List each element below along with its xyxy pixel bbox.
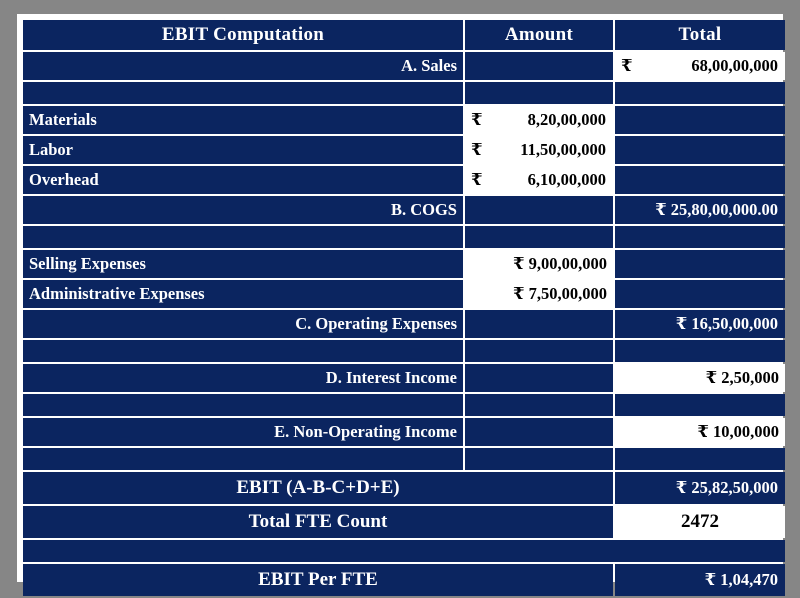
label-selling-expenses: Selling Expenses — [23, 250, 463, 278]
row-spacer-6 — [23, 540, 785, 562]
value-cogs-total: ₹ 25,80,00,000.00 — [615, 196, 785, 224]
cell-cogs-amount-empty — [465, 196, 613, 224]
header-total: Total — [615, 20, 785, 50]
value-sales-total-number: 68,00,00,000 — [691, 56, 778, 76]
spacer-cell — [465, 448, 613, 470]
row-spacer-1 — [23, 82, 785, 104]
value-overhead-amount: ₹6,10,00,000 — [465, 166, 613, 194]
spacer-cell — [23, 540, 785, 562]
spacer-cell — [615, 82, 785, 104]
value-selling-amount: ₹ 9,00,00,000 — [465, 250, 613, 278]
table-header-row: EBIT Computation Amount Total — [23, 20, 785, 50]
label-non-operating-income: E. Non-Operating Income — [23, 418, 463, 446]
spacer-cell — [615, 226, 785, 248]
value-materials-amount: ₹8,20,00,000 — [465, 106, 613, 134]
header-amount: Amount — [465, 20, 613, 50]
spreadsheet-frame: EBIT Computation Amount Total A. Sales ₹… — [17, 14, 785, 596]
row-selling-expenses: Selling Expenses ₹ 9,00,00,000 — [23, 250, 785, 278]
cell-overhead-total-empty — [615, 166, 785, 194]
row-administrative-expenses: Administrative Expenses ₹ 7,50,00,000 — [23, 280, 785, 308]
row-materials: Materials ₹8,20,00,000 — [23, 106, 785, 134]
row-overhead: Overhead ₹6,10,00,000 — [23, 166, 785, 194]
label-ebit: EBIT (A-B-C+D+E) — [23, 472, 613, 504]
spacer-cell — [465, 340, 613, 362]
value-non-operating-income-total: ₹ 10,00,000 — [615, 418, 785, 446]
spacer-cell — [23, 448, 463, 470]
ebit-computation-table: EBIT Computation Amount Total A. Sales ₹… — [21, 18, 787, 598]
row-ebit: EBIT (A-B-C+D+E) ₹ 25,82,50,000 — [23, 472, 785, 504]
spacer-cell — [465, 394, 613, 416]
row-operating-expenses: C. Operating Expenses ₹ 16,50,00,000 — [23, 310, 785, 338]
label-interest-income: D. Interest Income — [23, 364, 463, 392]
value-ebit-total: ₹ 25,82,50,000 — [615, 472, 785, 504]
cell-sales-amount-empty — [465, 52, 613, 80]
label-materials: Materials — [23, 106, 463, 134]
cell-administrative-total-empty — [615, 280, 785, 308]
row-labor: Labor ₹11,50,00,000 — [23, 136, 785, 164]
row-ebit-per-fte: EBIT Per FTE ₹ 1,04,470 — [23, 564, 785, 596]
cell-opex-amount-empty — [465, 310, 613, 338]
cell-interest-amount-empty — [465, 364, 613, 392]
rupee-icon: ₹ — [471, 140, 483, 160]
label-administrative-expenses: Administrative Expenses — [23, 280, 463, 308]
value-total-fte-count: 2472 — [615, 506, 785, 538]
label-sales: A. Sales — [23, 52, 463, 80]
spacer-cell — [615, 340, 785, 362]
row-spacer-4 — [23, 394, 785, 416]
label-labor: Labor — [23, 136, 463, 164]
value-overhead-number: 6,10,00,000 — [527, 170, 606, 190]
label-operating-expenses: C. Operating Expenses — [23, 310, 463, 338]
value-administrative-amount: ₹ 7,50,00,000 — [465, 280, 613, 308]
row-sales: A. Sales ₹68,00,00,000 — [23, 52, 785, 80]
row-spacer-3 — [23, 340, 785, 362]
row-cogs: B. COGS ₹ 25,80,00,000.00 — [23, 196, 785, 224]
header-ebit-computation: EBIT Computation — [23, 20, 463, 50]
value-operating-expenses-total: ₹ 16,50,00,000 — [615, 310, 785, 338]
label-ebit-per-fte: EBIT Per FTE — [23, 564, 613, 596]
cell-materials-total-empty — [615, 106, 785, 134]
value-labor-amount: ₹11,50,00,000 — [465, 136, 613, 164]
label-overhead: Overhead — [23, 166, 463, 194]
spacer-cell — [23, 394, 463, 416]
spacer-cell — [465, 226, 613, 248]
value-sales-total: ₹68,00,00,000 — [615, 52, 785, 80]
row-non-operating-income: E. Non-Operating Income ₹ 10,00,000 — [23, 418, 785, 446]
rupee-icon: ₹ — [621, 56, 633, 76]
row-spacer-5 — [23, 448, 785, 470]
row-spacer-2 — [23, 226, 785, 248]
label-total-fte-count: Total FTE Count — [23, 506, 613, 538]
spacer-cell — [23, 226, 463, 248]
value-interest-income-total: ₹ 2,50,000 — [615, 364, 785, 392]
row-total-fte-count: Total FTE Count 2472 — [23, 506, 785, 538]
cell-nonop-amount-empty — [465, 418, 613, 446]
value-labor-number: 11,50,00,000 — [520, 140, 606, 160]
spacer-cell — [23, 340, 463, 362]
spacer-cell — [615, 394, 785, 416]
value-materials-number: 8,20,00,000 — [527, 110, 606, 130]
spacer-cell — [23, 82, 463, 104]
cell-labor-total-empty — [615, 136, 785, 164]
cell-selling-total-empty — [615, 250, 785, 278]
rupee-icon: ₹ — [471, 170, 483, 190]
label-cogs: B. COGS — [23, 196, 463, 224]
spacer-cell — [465, 82, 613, 104]
spacer-cell — [615, 448, 785, 470]
value-ebit-per-fte: ₹ 1,04,470 — [615, 564, 785, 596]
row-interest-income: D. Interest Income ₹ 2,50,000 — [23, 364, 785, 392]
rupee-icon: ₹ — [471, 110, 483, 130]
